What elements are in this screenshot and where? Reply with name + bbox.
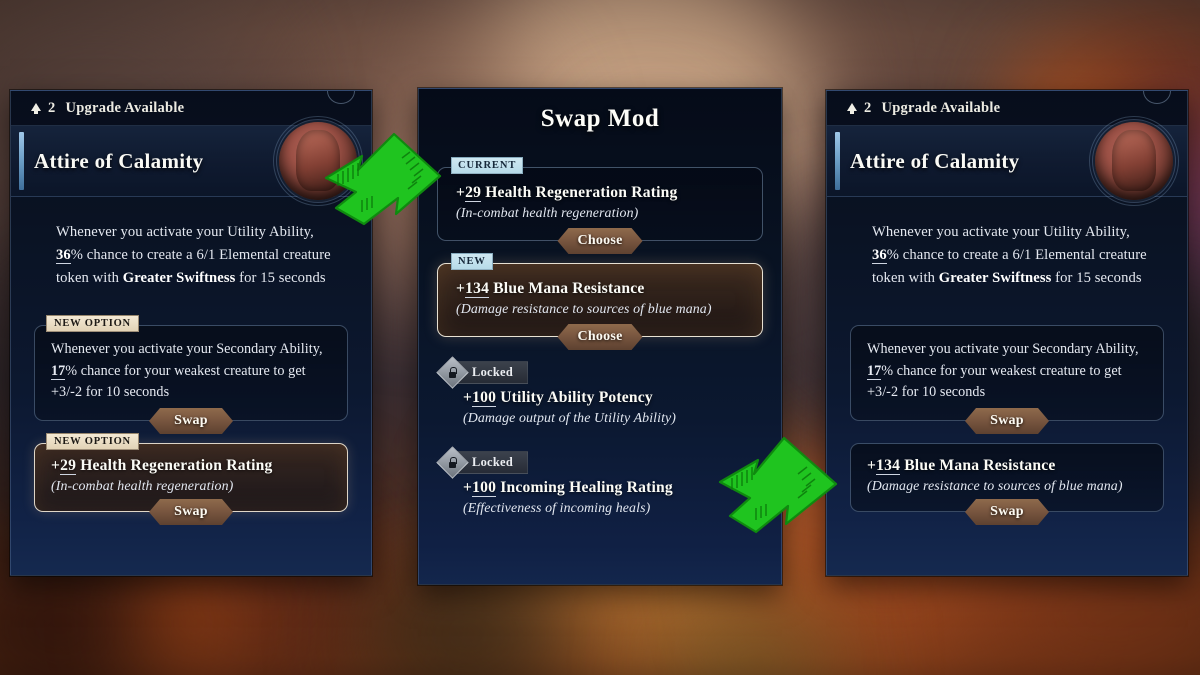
locked-stat-sub: (Damage output of the Utility Ability) <box>463 411 677 426</box>
locked-mod-row: Locked +100 Utility Ability Potency (Dam… <box>436 356 763 427</box>
option-text-part2: % chance for your weakest creature to ge… <box>51 362 306 401</box>
option-card[interactable]: NEW OPTION Whenever you activate your Se… <box>34 315 348 421</box>
desc-value-percent: 36 <box>872 246 887 264</box>
option-card[interactable]: +134 Blue Mana Resistance (Damage resist… <box>850 443 1164 512</box>
swap-button[interactable]: Swap <box>965 408 1049 434</box>
stat-prefix: + <box>463 479 473 496</box>
item-title-band: Attire of Calamity <box>827 116 1187 206</box>
option-card[interactable]: Whenever you activate your Secondary Abi… <box>850 325 1164 421</box>
stat-prefix: + <box>456 184 466 201</box>
item-description: Whenever you activate your Utility Abili… <box>827 197 1187 289</box>
up-arrow-icon <box>847 103 857 114</box>
new-option-badge: NEW OPTION <box>46 315 139 333</box>
swap-button[interactable]: Swap <box>149 499 233 525</box>
upgrade-label: Upgrade Available <box>881 99 1001 116</box>
choose-button[interactable]: Choose <box>557 228 642 254</box>
swap-button[interactable]: Swap <box>149 408 233 434</box>
item-title: Attire of Calamity <box>850 148 1020 173</box>
new-badge: NEW <box>451 253 493 270</box>
option-value-percent: 17 <box>867 362 882 380</box>
option-text-part1: Whenever you activate your Secondary Abi… <box>51 341 323 358</box>
option-stat-line: +134 Blue Mana Resistance <box>867 457 1147 476</box>
up-arrow-icon <box>31 103 41 114</box>
option-list: Whenever you activate your Secondary Abi… <box>827 289 1187 512</box>
mod-stat-line: +134 Blue Mana Resistance <box>456 280 746 298</box>
option-list: NEW OPTION Whenever you activate your Se… <box>11 289 371 512</box>
stat-name: Incoming Healing Rating <box>496 479 673 496</box>
mod-card-current[interactable]: CURRENT +29 Health Regeneration Rating (… <box>437 157 763 241</box>
stat-name: Utility Ability Potency <box>496 389 653 406</box>
item-panel-after: 2 Upgrade Available Attire of Calamity W… <box>826 90 1188 576</box>
stat-name: Health Regeneration Rating <box>76 457 273 475</box>
stat-prefix: + <box>463 389 473 406</box>
desc-part3: for 15 seconds <box>1051 269 1142 286</box>
upgrade-count: 2 <box>864 99 872 116</box>
mod-stat-line: +29 Health Regeneration Rating <box>456 184 746 202</box>
stat-name: Health Regeneration Rating <box>481 184 678 201</box>
stat-name: Blue Mana Resistance <box>900 457 1056 475</box>
new-option-badge: NEW OPTION <box>46 433 139 451</box>
stat-prefix: + <box>51 457 61 475</box>
mod-card-new[interactable]: NEW +134 Blue Mana Resistance (Damage re… <box>437 253 763 337</box>
item-panel-before: 2 Upgrade Available Attire of Calamity W… <box>10 90 372 576</box>
stat-value: 100 <box>472 479 497 497</box>
option-text: Whenever you activate your Secondary Abi… <box>51 339 331 404</box>
stat-value: 134 <box>465 280 490 298</box>
option-stat-sub: (In-combat health regeneration) <box>51 479 234 495</box>
mod-list: CURRENT +29 Health Regeneration Rating (… <box>419 157 781 517</box>
locked-stat-sub: (Effectiveness of incoming heals) <box>463 501 651 516</box>
stat-value: 100 <box>472 389 497 407</box>
option-stat-line: +29 Health Regeneration Rating <box>51 457 331 476</box>
chest-armor-icon <box>1089 116 1179 206</box>
stat-name: Blue Mana Resistance <box>489 280 645 297</box>
mod-stat-sub: (In-combat health regeneration) <box>456 206 639 221</box>
item-description: Whenever you activate your Utility Abili… <box>11 197 371 289</box>
chest-armor-icon <box>273 116 363 206</box>
item-title-band: Attire of Calamity <box>11 116 371 206</box>
stat-value: 134 <box>876 457 901 476</box>
swap-mod-dialog: Swap Mod CURRENT +29 Health Regeneration… <box>418 88 782 585</box>
upgrade-label: Upgrade Available <box>65 99 185 116</box>
option-text-part1: Whenever you activate your Secondary Abi… <box>867 341 1139 358</box>
desc-keyword: Greater Swiftness <box>122 269 236 286</box>
option-text-part2: % chance for your weakest creature to ge… <box>867 362 1122 401</box>
dialog-title: Swap Mod <box>540 105 660 132</box>
option-value-percent: 17 <box>51 362 66 380</box>
stat-prefix: + <box>456 280 466 297</box>
title-accent-bar <box>835 132 840 190</box>
choose-button[interactable]: Choose <box>557 324 642 350</box>
desc-part3: for 15 seconds <box>235 269 326 286</box>
desc-part1: Whenever you activate your Utility Abili… <box>56 224 314 240</box>
stat-value: 29 <box>465 184 482 202</box>
option-stat-sub: (Damage resistance to sources of blue ma… <box>867 479 1123 495</box>
mod-stat-sub: (Damage resistance to sources of blue ma… <box>456 302 712 317</box>
locked-stat-line: +100 Incoming Healing Rating <box>463 479 763 497</box>
option-text: Whenever you activate your Secondary Abi… <box>867 339 1147 404</box>
option-card[interactable]: NEW OPTION +29 Health Regeneration Ratin… <box>34 433 348 512</box>
item-title: Attire of Calamity <box>34 148 204 173</box>
desc-value-percent: 36 <box>56 246 71 264</box>
upgrade-count: 2 <box>48 99 56 116</box>
locked-mod-row: Locked +100 Incoming Healing Rating (Eff… <box>436 446 763 517</box>
stat-value: 29 <box>60 457 77 476</box>
desc-keyword: Greater Swiftness <box>938 269 1052 286</box>
current-badge: CURRENT <box>451 157 524 174</box>
stat-prefix: + <box>867 457 877 475</box>
swap-button[interactable]: Swap <box>965 499 1049 525</box>
locked-stat-line: +100 Utility Ability Potency <box>463 389 763 407</box>
title-accent-bar <box>19 132 24 190</box>
desc-part1: Whenever you activate your Utility Abili… <box>872 224 1130 240</box>
